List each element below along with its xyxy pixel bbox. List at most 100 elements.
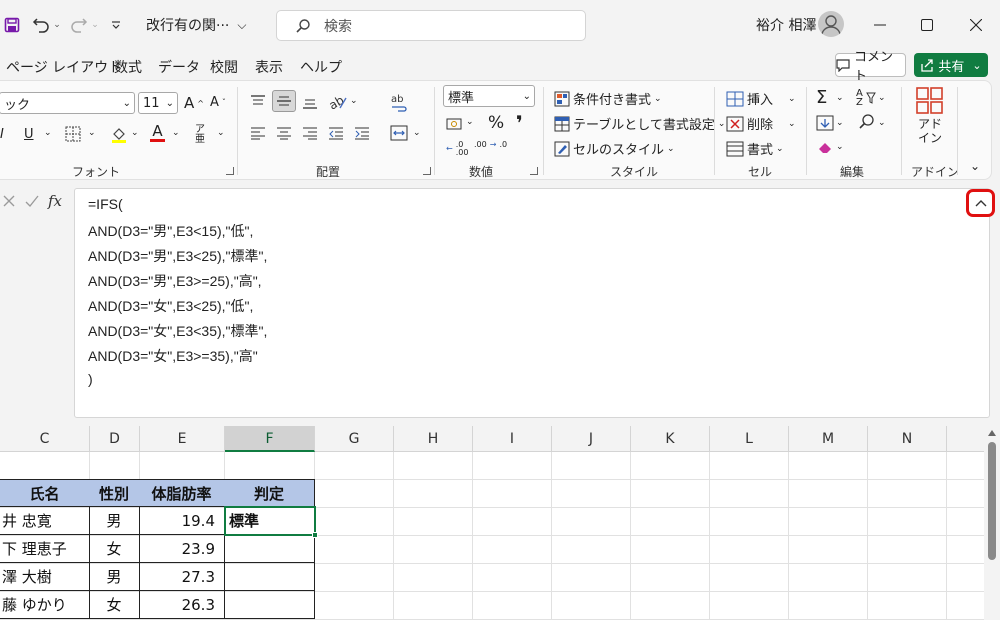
column-header[interactable]: D: [90, 426, 140, 452]
clear-icon[interactable]: [816, 139, 834, 155]
merge-center-icon[interactable]: [390, 125, 408, 141]
fill-color-icon[interactable]: [110, 125, 128, 143]
align-left-icon[interactable]: [250, 126, 266, 140]
tab-formulas[interactable]: 数式: [114, 57, 142, 77]
cancel-icon[interactable]: [2, 194, 16, 208]
close-button[interactable]: [952, 0, 1000, 50]
minimize-button[interactable]: [856, 0, 904, 50]
wrap-text-icon[interactable]: ab: [390, 93, 408, 113]
chevron-down-icon[interactable]: ⌄: [44, 128, 52, 138]
increase-decimal-icon[interactable]: ← .0.00: [446, 141, 468, 157]
user-name[interactable]: 裕介 相澤: [756, 15, 816, 35]
scroll-up-icon[interactable]: [988, 430, 996, 436]
chevron-down-icon[interactable]: ⌄: [217, 128, 225, 138]
comment-button[interactable]: コメント: [835, 50, 906, 84]
sort-filter-icon[interactable]: AZ: [856, 89, 876, 108]
table-cell[interactable]: 27.3: [139, 563, 225, 591]
table-cell[interactable]: 26.3: [139, 591, 225, 619]
increase-indent-icon[interactable]: [354, 126, 370, 140]
document-title[interactable]: 改行有の関··· ⌵: [146, 15, 246, 35]
percent-style-icon[interactable]: %: [488, 113, 504, 133]
table-header-cell[interactable]: 性別: [89, 479, 140, 507]
redo-icon[interactable]: [68, 14, 90, 36]
phonetic-guide-icon[interactable]: ア亜: [195, 125, 205, 145]
table-cell[interactable]: 23.9: [139, 535, 225, 563]
underline-icon[interactable]: U: [24, 127, 34, 142]
column-header[interactable]: M: [789, 426, 868, 452]
customize-quick-access-icon[interactable]: [108, 14, 124, 36]
chevron-down-icon[interactable]: ⌄: [878, 118, 886, 128]
increase-font-size-icon[interactable]: A ^: [184, 94, 204, 112]
find-select-icon[interactable]: [858, 113, 876, 131]
tab-view[interactable]: 表示: [255, 57, 283, 77]
tab-review[interactable]: 校閲: [210, 57, 238, 77]
table-cell[interactable]: [224, 591, 315, 619]
insert-function-icon[interactable]: fx: [48, 192, 62, 210]
chevron-down-icon[interactable]: ⌄: [836, 142, 844, 152]
search-box[interactable]: 検索: [276, 10, 586, 41]
font-size-select[interactable]: 11 ⌄: [138, 92, 178, 114]
table-header-cell[interactable]: 判定: [224, 479, 315, 507]
chevron-down-icon[interactable]: ⌄: [413, 128, 421, 138]
chevron-down-icon[interactable]: ⌄: [466, 117, 474, 127]
scrollbar-thumb[interactable]: [988, 442, 996, 560]
table-cell[interactable]: 藤 ゆかり: [0, 591, 90, 619]
table-cell[interactable]: 女: [89, 591, 140, 619]
align-top-icon[interactable]: [250, 94, 266, 110]
undo-dropdown-icon[interactable]: ⌄: [53, 14, 61, 36]
column-header[interactable]: G: [315, 426, 394, 452]
font-name-select[interactable]: ック ⌄: [0, 92, 135, 114]
conditional-formatting-button[interactable]: 条件付き書式 ⌄: [554, 89, 662, 108]
table-header-cell[interactable]: 体脂肪率: [139, 479, 225, 507]
addins-button[interactable]: アド イン: [910, 87, 950, 145]
tab-page-layout[interactable]: ページ レイアウト: [6, 57, 122, 77]
align-bottom-icon[interactable]: [302, 94, 318, 110]
undo-icon[interactable]: [30, 14, 52, 36]
column-header[interactable]: E: [140, 426, 225, 452]
redo-dropdown-icon[interactable]: ⌄: [91, 14, 99, 36]
column-header[interactable]: C: [0, 426, 90, 452]
number-format-select[interactable]: 標準 ⌄: [443, 85, 535, 107]
table-cell[interactable]: 男: [89, 507, 140, 535]
table-cell[interactable]: 19.4: [139, 507, 225, 535]
text-orientation-icon[interactable]: ab: [328, 93, 348, 111]
borders-icon[interactable]: [65, 126, 81, 142]
align-middle-icon[interactable]: [272, 90, 296, 112]
autosum-icon[interactable]: Σ: [816, 87, 827, 108]
table-cell[interactable]: 澤 大樹: [0, 563, 90, 591]
vertical-scrollbar[interactable]: [984, 426, 1000, 620]
worksheet-grid[interactable]: C D E F G H I J K L M N 氏名 性別 体脂肪率 判定 井 …: [0, 426, 984, 620]
font-color-icon[interactable]: A: [150, 123, 165, 142]
table-cell[interactable]: [224, 535, 315, 563]
maximize-button[interactable]: [903, 0, 951, 50]
align-center-icon[interactable]: [276, 126, 292, 140]
align-right-icon[interactable]: [302, 126, 318, 140]
table-cell[interactable]: 下 理恵子: [0, 535, 90, 563]
format-cells-button[interactable]: 書式 ⌄: [726, 139, 784, 158]
table-cell[interactable]: 井 忠寛: [0, 507, 90, 535]
save-icon[interactable]: [2, 14, 22, 36]
table-cell[interactable]: 男: [89, 563, 140, 591]
chevron-down-icon[interactable]: ⌄: [836, 118, 844, 128]
formula-input[interactable]: =IFS( AND(D3="男",E3<15),"低", AND(D3="男",…: [74, 188, 990, 418]
table-cell[interactable]: 女: [89, 535, 140, 563]
decrease-indent-icon[interactable]: [328, 126, 344, 140]
tab-data[interactable]: データ: [158, 57, 200, 77]
chevron-down-icon[interactable]: ⌄: [836, 93, 844, 103]
column-header[interactable]: L: [710, 426, 789, 452]
collapse-formula-bar-button[interactable]: [966, 189, 995, 217]
font-dialog-launcher-icon[interactable]: [226, 167, 234, 175]
chevron-down-icon[interactable]: ⌄: [878, 93, 886, 103]
column-header[interactable]: [947, 426, 984, 452]
column-header[interactable]: H: [394, 426, 473, 452]
decrease-decimal-icon[interactable]: .00 → .0: [474, 141, 507, 149]
column-header[interactable]: N: [868, 426, 947, 452]
chevron-down-icon[interactable]: ⌄: [172, 128, 180, 138]
tab-help[interactable]: ヘルプ: [300, 57, 342, 77]
accounting-format-icon[interactable]: [446, 116, 464, 132]
ribbon-display-options-icon[interactable]: ⌄: [970, 159, 980, 173]
column-header[interactable]: I: [473, 426, 552, 452]
avatar[interactable]: [818, 11, 844, 37]
italic-icon[interactable]: I: [0, 127, 4, 142]
chevron-down-icon[interactable]: ⌄: [88, 128, 96, 138]
